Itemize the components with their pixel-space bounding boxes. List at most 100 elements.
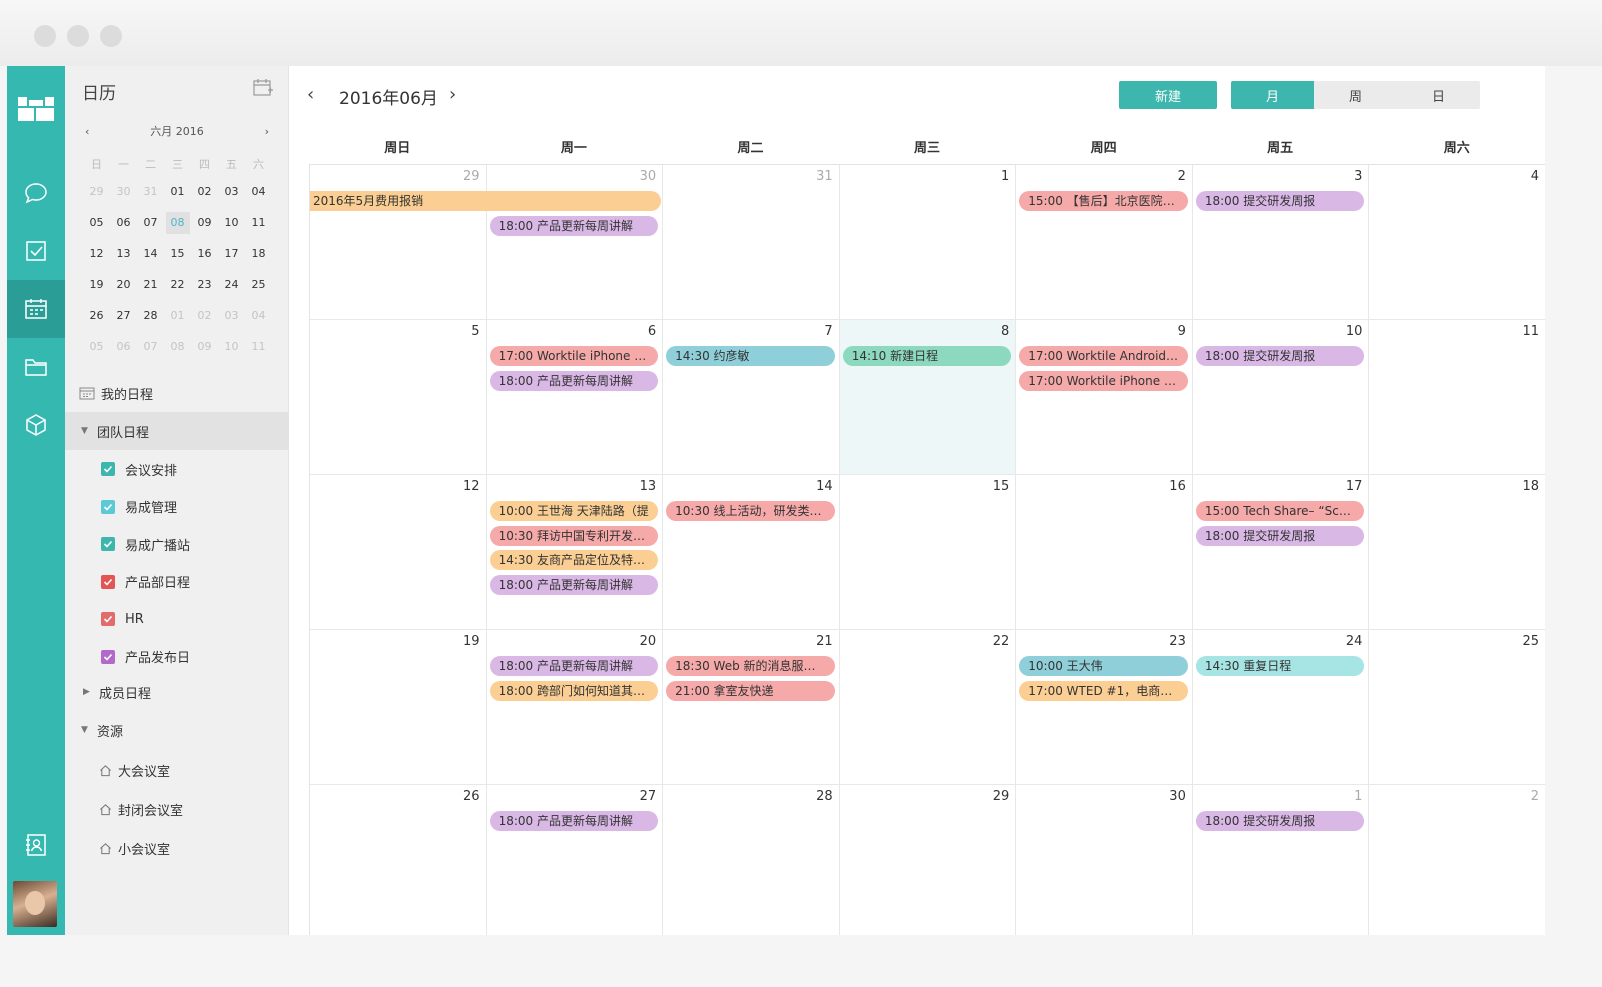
member-schedule-group[interactable]: ▶ 成员日程 [65,673,289,711]
checkbox[interactable] [101,537,115,551]
day-cell[interactable]: 20 [486,630,664,785]
team-calendar-item[interactable]: 易成管理 [65,488,289,526]
mini-day[interactable]: 20 [110,269,137,300]
checkbox[interactable] [101,649,115,664]
rail-chat-button[interactable] [7,164,65,222]
checkbox[interactable] [101,574,115,589]
mini-day[interactable]: 28 [137,300,164,331]
team-calendar-item[interactable]: 产品发布日 [65,638,289,676]
mini-day[interactable]: 17 [218,238,245,269]
event-pill[interactable]: 14:30 重复日程 [1195,656,1365,676]
event-pill[interactable]: 18:00 提交研发周报 [1195,525,1365,546]
mini-day[interactable]: 04 [245,300,272,331]
mini-day[interactable]: 27 [110,300,137,331]
day-cell[interactable]: 19 [310,630,487,785]
event-pill[interactable]: 15:00 【售后】北京医院上门 [1019,191,1188,211]
event-pill[interactable]: 18:00 产品更新每周讲解 [489,811,659,831]
prev-month-button[interactable]: ‹ [307,84,314,105]
day-cell[interactable]: 29 [840,785,1017,935]
mini-next-month-button[interactable]: › [265,125,269,138]
day-cell[interactable]: 1 [839,165,1017,320]
team-calendar-item[interactable]: 会议安排 [65,450,289,488]
mini-day[interactable]: 21 [137,269,164,300]
close-window-button[interactable] [34,25,56,47]
day-cell[interactable]: 9 [1016,320,1193,475]
day-cell[interactable]: 18 [1369,475,1545,630]
mini-day[interactable]: 03 [218,300,245,331]
add-calendar-icon[interactable] [253,79,273,97]
event-pill[interactable]: 10:30 线上活动，研发类客户 [666,501,835,521]
event-pill[interactable]: 21:00 拿室友快递 [666,680,835,701]
resource-item[interactable]: 封闭会议室 [65,790,289,828]
event-pill[interactable]: 10:30 拜访中国专利开发公司 [489,525,659,546]
day-cell[interactable]: 30 [1016,785,1193,935]
day-cell[interactable]: 2 [1016,165,1193,320]
checkbox[interactable] [101,499,115,514]
day-cell[interactable]: 29 [310,165,487,320]
event-pill[interactable]: 14:30 友商产品定位及特性分析 [489,550,659,570]
mini-day-today[interactable]: 08 [164,207,191,238]
day-cell[interactable]: 10 [1192,320,1370,475]
day-cell[interactable]: 5 [310,320,487,475]
event-pill[interactable]: 17:00 Worktile iPhone v3.1 [1019,370,1188,391]
day-cell[interactable]: 16 [1016,475,1193,630]
day-cell[interactable]: 15 [839,475,1017,630]
day-cell[interactable]: 25 [1369,630,1545,785]
mini-day[interactable]: 07 [137,207,164,238]
day-cell[interactable]: 24 [1192,630,1370,785]
event-pill[interactable]: 17:00 Worktile iPhone v3.1 [489,346,659,366]
day-cell[interactable]: 12 [310,475,487,630]
day-cell[interactable]: 17 [1192,475,1370,630]
event-pill[interactable]: 14:30 约彦敏 [666,346,835,366]
day-cell[interactable]: 27 [487,785,664,935]
mini-day[interactable]: 30 [110,176,137,207]
mini-day[interactable]: 26 [83,300,110,331]
event-pill[interactable]: 18:00 跨部门如何知道其他部门 [489,680,659,701]
mini-day[interactable]: 10 [218,331,245,362]
view-0-button[interactable]: 月 [1231,81,1314,109]
event-pill[interactable]: 18:00 产品更新每周讲解 [489,370,659,391]
mini-day[interactable]: 18 [245,238,272,269]
checkbox[interactable] [101,612,115,626]
resources-group[interactable]: ▼ 资源 [65,711,289,749]
rail-task-button[interactable] [7,222,65,280]
event-pill[interactable]: 18:00 提交研发周报 [1195,191,1365,211]
event-pill[interactable]: 18:00 产品更新每周讲解 [489,574,659,595]
next-month-button[interactable]: › [449,84,456,105]
day-cell[interactable]: 23 [1016,630,1193,785]
mini-day[interactable]: 15 [164,238,191,269]
mini-day[interactable]: 08 [164,331,191,362]
mini-day[interactable]: 22 [164,269,191,300]
mini-day[interactable]: 03 [218,176,245,207]
event-pill[interactable]: 14:10 新建日程 [842,346,1012,366]
day-cell[interactable]: 1 [1193,785,1370,935]
new-event-button[interactable]: 新建 [1119,81,1217,109]
mini-day[interactable]: 19 [83,269,110,300]
mini-day[interactable]: 02 [191,300,218,331]
rail-contact-button[interactable] [7,816,65,874]
mini-prev-month-button[interactable]: ‹ [85,125,89,138]
mini-day[interactable]: 09 [191,207,218,238]
team-schedule-group[interactable]: ▼ 团队日程 [65,412,289,450]
mini-day[interactable]: 11 [245,207,272,238]
mini-day[interactable]: 13 [110,238,137,269]
day-cell-today[interactable]: 8 [839,320,1017,475]
day-cell[interactable]: 26 [310,785,487,935]
logo-icon[interactable] [18,97,54,121]
mini-day[interactable]: 31 [137,176,164,207]
day-cell[interactable]: 2 [1369,785,1545,935]
view-2-button[interactable]: 日 [1397,81,1480,109]
day-cell[interactable]: 7 [663,320,840,475]
team-calendar-item[interactable]: 产品部日程 [65,563,289,601]
event-pill[interactable]: 2016年5月费用报销 [310,191,662,211]
mini-day[interactable]: 11 [245,331,272,362]
team-calendar-item[interactable]: HR [65,600,289,638]
checkbox[interactable] [101,462,115,476]
mini-day[interactable]: 14 [137,238,164,269]
mini-day[interactable]: 16 [191,238,218,269]
mini-day[interactable]: 29 [83,176,110,207]
maximize-window-button[interactable] [100,25,122,47]
event-pill[interactable]: 18:30 Web 新的消息服务部 [666,656,835,676]
mini-day[interactable]: 01 [164,176,191,207]
event-pill[interactable]: 15:00 Tech Share– “Scrum [1195,501,1365,521]
